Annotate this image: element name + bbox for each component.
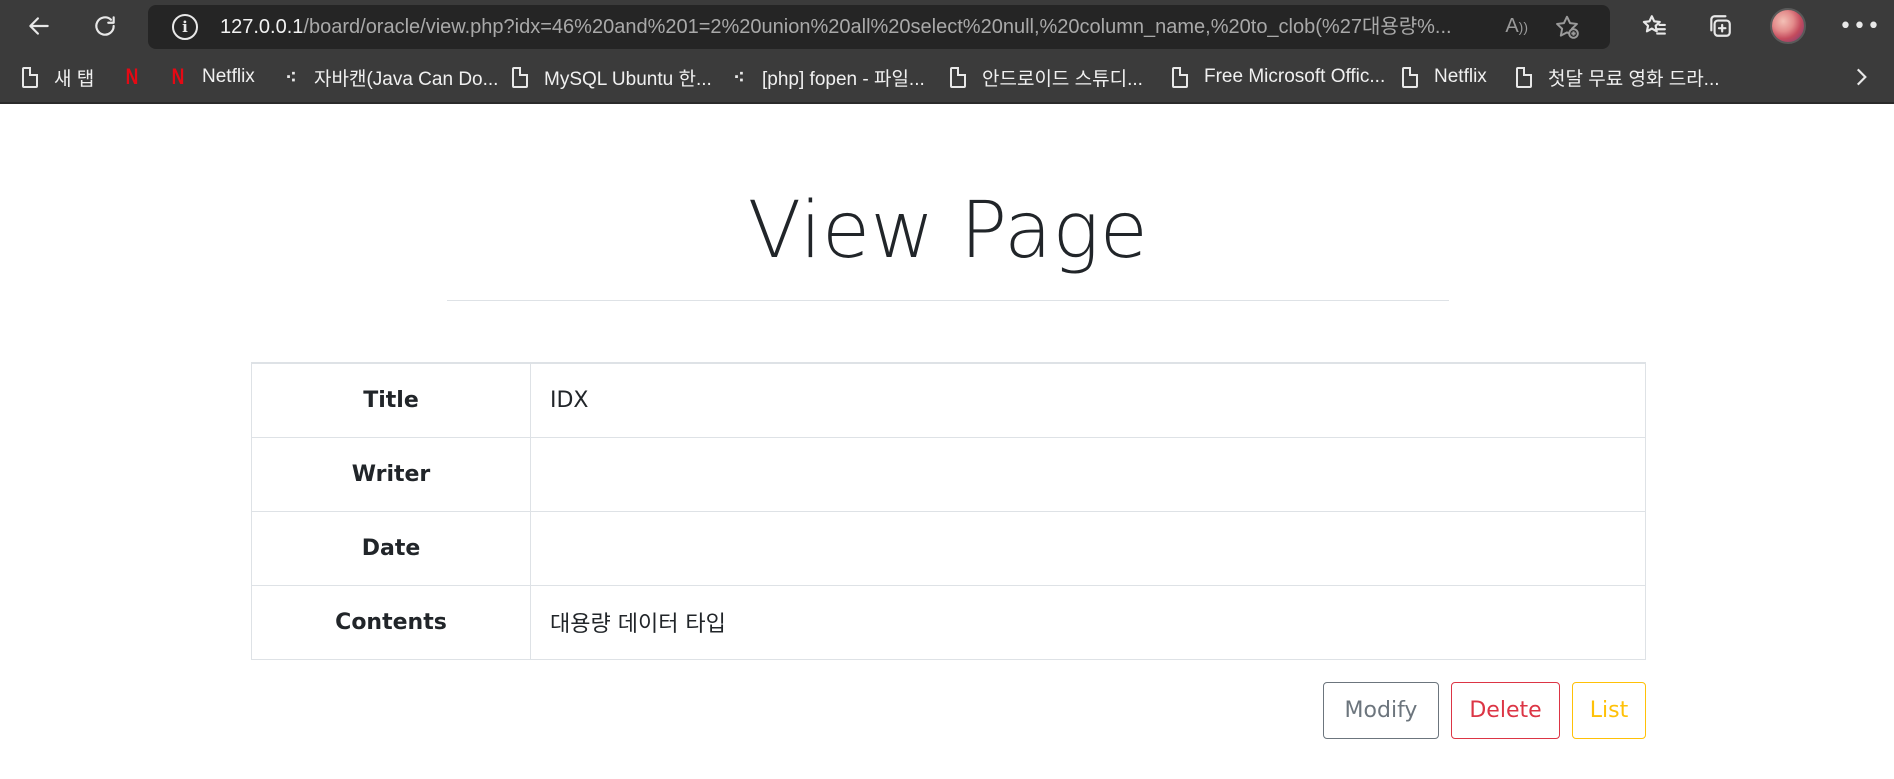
- bookmark-label: Netflix: [1434, 66, 1487, 87]
- favorites-button[interactable]: [1634, 6, 1674, 46]
- page-icon: [20, 65, 40, 89]
- date-value: [530, 510, 1646, 586]
- writer-value: [530, 436, 1646, 512]
- bookmark-item[interactable]: Netflix: [1400, 62, 1487, 92]
- table-row: Date: [251, 510, 1646, 586]
- netflix-icon: N: [125, 64, 139, 89]
- add-favorite-button[interactable]: [1554, 14, 1580, 40]
- bookmarks-bar: 새 탭 N N Netflix ⁖ 자바캔(Java Can Do... MyS…: [0, 52, 1894, 102]
- delete-button[interactable]: Delete: [1451, 682, 1560, 739]
- bookmark-item[interactable]: 안드로이드 스튜디...: [948, 62, 1143, 92]
- action-buttons: Modify Delete List: [1323, 682, 1646, 739]
- page-title: View Page: [747, 186, 1149, 276]
- bookmark-item[interactable]: N Netflix: [168, 62, 255, 92]
- page-icon: [510, 65, 530, 89]
- table-row: Writer: [251, 436, 1646, 512]
- reload-icon: [95, 16, 115, 36]
- bookmarks-overflow-button[interactable]: [1848, 64, 1874, 90]
- bookmark-label: 자바캔(Java Can Do...: [314, 68, 499, 90]
- table-row: Title IDX: [251, 362, 1646, 438]
- writer-label: Writer: [251, 436, 531, 512]
- collections-icon: [1710, 15, 1731, 37]
- date-label: Date: [251, 510, 531, 586]
- bookmark-item[interactable]: 새 탭: [20, 62, 94, 92]
- browser-chrome: i 127.0.0.1/board/oracle/view.php?idx=46…: [0, 0, 1894, 104]
- bookmark-label: [php] fopen - 파일...: [762, 68, 925, 90]
- bookmark-item[interactable]: Free Microsoft Offic...: [1170, 62, 1385, 92]
- page-icon: [948, 65, 968, 89]
- modify-button[interactable]: Modify: [1323, 682, 1439, 739]
- collections-button[interactable]: [1700, 6, 1740, 46]
- contents-value: 대용량 데이터 타입: [530, 584, 1646, 660]
- tistory-icon: ⁖: [285, 66, 297, 89]
- address-bar[interactable]: i 127.0.0.1/board/oracle/view.php?idx=46…: [148, 5, 1610, 49]
- contents-label: Contents: [251, 584, 531, 660]
- bookmark-item[interactable]: ⁖ [php] fopen - 파일...: [728, 62, 925, 92]
- bookmark-item[interactable]: 첫달 무료 영화 드라...: [1514, 62, 1720, 92]
- page-icon: [1400, 65, 1420, 89]
- chevron-right-icon: [1856, 68, 1867, 86]
- url-text[interactable]: 127.0.0.1/board/oracle/view.php?idx=46%2…: [220, 5, 1500, 49]
- bookmark-item[interactable]: N: [122, 62, 156, 92]
- tistory-icon: ⁖: [733, 66, 745, 89]
- more-icon: •••: [1839, 13, 1881, 39]
- bookmark-label: Free Microsoft Offic...: [1204, 66, 1386, 87]
- url-host: 127.0.0.1: [220, 16, 304, 38]
- page-icon: [1514, 65, 1534, 89]
- back-button[interactable]: [19, 6, 59, 46]
- reload-button[interactable]: [85, 6, 125, 46]
- title-value: IDX: [530, 362, 1646, 438]
- post-detail-table: Title IDX Writer Date Contents 대용량 데이터 타…: [251, 362, 1646, 660]
- bookmark-label: Netflix: [202, 66, 255, 87]
- profile-avatar[interactable]: [1770, 8, 1806, 44]
- browser-toolbar: i 127.0.0.1/board/oracle/view.php?idx=46…: [0, 0, 1894, 52]
- table-row: Contents 대용량 데이터 타입: [251, 584, 1646, 660]
- back-arrow-icon: [29, 17, 49, 35]
- site-info-icon[interactable]: i: [172, 14, 198, 40]
- bookmark-label: MySQL Ubuntu 한...: [544, 68, 712, 90]
- bookmark-label: 안드로이드 스튜디...: [982, 68, 1143, 90]
- star-add-icon: [1556, 15, 1579, 39]
- bookmark-label: 새 탭: [54, 68, 95, 90]
- netflix-icon: N: [171, 64, 185, 89]
- url-path: /board/oracle/view.php?idx=46%20and%201=…: [303, 16, 1452, 38]
- list-button[interactable]: List: [1572, 682, 1646, 739]
- bookmark-item[interactable]: MySQL Ubuntu 한...: [510, 62, 712, 92]
- more-menu-button[interactable]: •••: [1839, 6, 1881, 46]
- favorites-list-icon: [1642, 15, 1666, 35]
- title-divider: [447, 300, 1449, 301]
- bookmark-item[interactable]: ⁖ 자바캔(Java Can Do...: [280, 62, 498, 92]
- title-label: Title: [251, 362, 531, 438]
- page-icon: [1170, 65, 1190, 89]
- bookmark-label: 첫달 무료 영화 드라...: [1548, 68, 1720, 90]
- read-aloud-icon[interactable]: A)): [1505, 15, 1528, 38]
